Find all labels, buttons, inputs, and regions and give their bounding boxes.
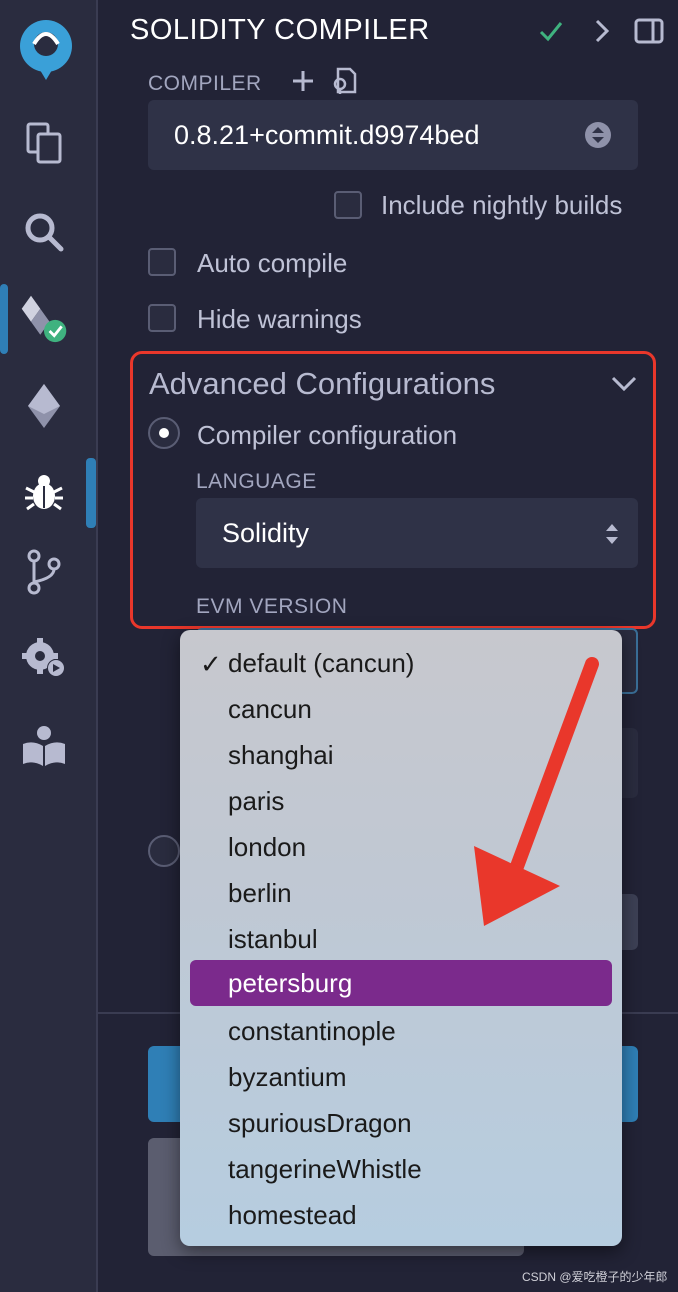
include-nightly-checkbox[interactable] (334, 191, 362, 219)
evm-option[interactable]: tangerineWhistle (190, 1146, 612, 1192)
include-nightly-label: Include nightly builds (381, 190, 623, 220)
hide-warnings-checkbox[interactable] (148, 304, 176, 332)
checkmark-icon: ✓ (200, 649, 222, 679)
compiler-version-value: 0.8.21+commit.d9974bed (174, 119, 480, 150)
active-indicator (0, 284, 8, 354)
compiled-check-icon (538, 18, 564, 49)
settings-icon[interactable] (18, 632, 70, 684)
hide-warnings-label: Hide warnings (197, 304, 362, 334)
chevron-right-icon[interactable] (594, 18, 610, 49)
compiler-config-label: Compiler configuration (197, 420, 458, 450)
debugger-icon[interactable] (18, 466, 70, 518)
evm-option-highlighted[interactable]: petersburg (190, 960, 612, 1006)
custom-compiler-icon[interactable] (330, 66, 358, 101)
compiler-label: COMPILER (148, 72, 262, 95)
language-label: LANGUAGE (196, 470, 317, 493)
watermark: CSDN @爱吃橙子的少年郎 (522, 1270, 668, 1284)
solidity-compiler-icon[interactable] (18, 292, 70, 344)
file-explorer-icon[interactable] (18, 116, 70, 168)
toggle-panel-icon[interactable] (634, 18, 664, 49)
compiler-version-select[interactable]: 0.8.21+commit.d9974bed (148, 100, 638, 170)
icon-rail (0, 0, 98, 1292)
compiler-config-radio[interactable] (148, 417, 180, 449)
evm-option[interactable]: homestead (190, 1192, 612, 1238)
git-icon[interactable] (18, 546, 70, 598)
evm-version-label: EVM VERSION (196, 595, 348, 618)
deploy-icon[interactable] (18, 380, 70, 432)
evm-option[interactable]: constantinople (190, 1008, 612, 1054)
add-compiler-icon[interactable] (290, 68, 316, 99)
evm-option[interactable]: byzantium (190, 1054, 612, 1100)
chevron-down-icon[interactable] (610, 374, 638, 399)
advanced-config-title[interactable]: Advanced Configurations (149, 366, 495, 402)
panel-title: SOLIDITY COMPILER (130, 14, 430, 46)
auto-compile-checkbox[interactable] (148, 248, 176, 276)
select-arrows-icon (604, 521, 620, 554)
evm-option[interactable]: spuriousDragon (190, 1100, 612, 1146)
learn-icon[interactable] (18, 720, 70, 772)
language-select[interactable]: Solidity (196, 498, 638, 568)
search-icon[interactable] (18, 206, 70, 258)
select-arrows-icon (584, 121, 612, 156)
auto-compile-label: Auto compile (197, 248, 348, 278)
logo-icon[interactable] (8, 14, 84, 86)
annotation-arrow (470, 650, 610, 945)
language-value: Solidity (222, 517, 310, 548)
config-file-radio[interactable] (148, 835, 180, 867)
debug-indicator (86, 458, 96, 528)
